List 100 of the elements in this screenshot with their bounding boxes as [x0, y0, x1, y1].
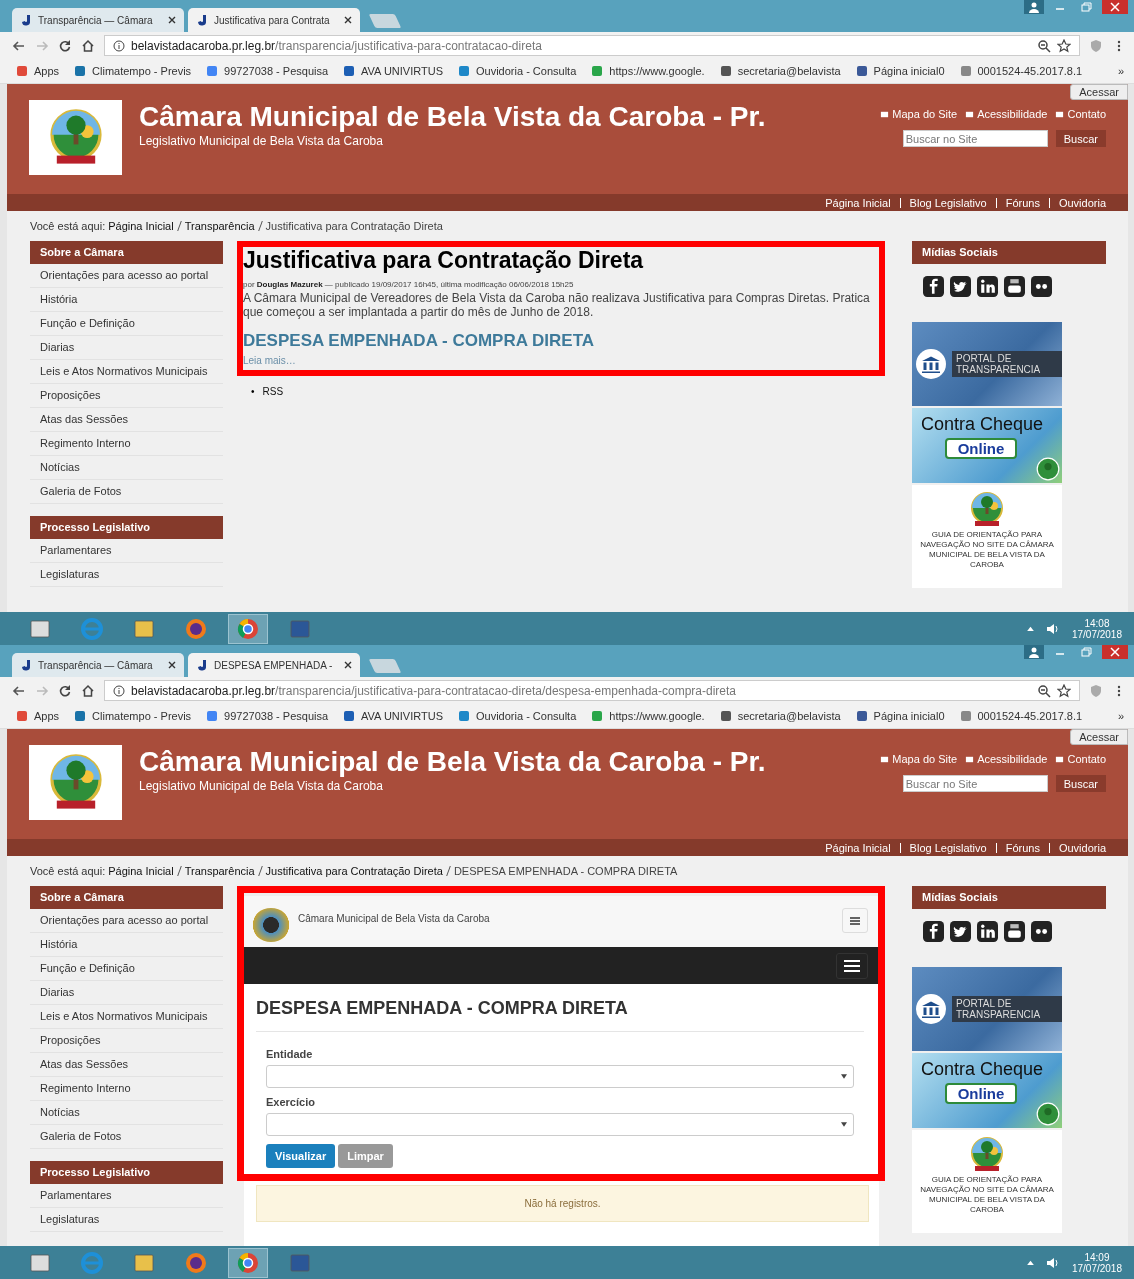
user-icon[interactable]	[1024, 645, 1044, 659]
taskbar-app[interactable]	[228, 1247, 268, 1278]
bookmark[interactable]: Apps	[16, 65, 60, 77]
nav-link[interactable]: Fóruns	[1005, 841, 1040, 854]
sidebar-link[interactable]: Regimento Interno	[30, 432, 223, 456]
sidebar-link[interactable]: Legislaturas	[30, 563, 223, 587]
paycheck-banner[interactable]: Contra Cheque Online	[912, 1053, 1062, 1128]
rss-link[interactable]: RSS	[262, 386, 284, 398]
sidebar-link[interactable]: Leis e Atos Normativos Municipais	[30, 360, 223, 384]
flickr-icon[interactable]	[1031, 921, 1052, 942]
portal-banner[interactable]: PORTAL DE TRANSPARENCIA	[912, 322, 1062, 406]
volume-icon[interactable]	[1045, 622, 1060, 635]
facebook-icon[interactable]	[923, 276, 944, 297]
sidebar-link[interactable]: Galeria de Fotos	[30, 480, 223, 504]
close-icon[interactable]	[344, 661, 352, 669]
sidebar-link[interactable]: Legislaturas	[30, 1208, 223, 1232]
select-field[interactable]	[266, 1113, 854, 1136]
close-icon[interactable]	[168, 16, 176, 24]
sidebar-link[interactable]: Orientações para acesso ao portal	[30, 909, 223, 933]
browser-tab[interactable]: DESPESA EMPENHADA -	[188, 653, 360, 677]
home-icon[interactable]	[81, 683, 95, 698]
star-icon[interactable]	[1057, 38, 1071, 53]
bookmark[interactable]: https://www.google.	[591, 65, 705, 77]
bookmark[interactable]: Página inicial0	[855, 65, 945, 77]
login-button[interactable]: Acessar	[1070, 84, 1128, 100]
back-icon[interactable]	[12, 38, 26, 53]
header-link[interactable]: Mapa do Site	[880, 753, 958, 765]
nav-link[interactable]: Fóruns	[1005, 196, 1040, 209]
sidebar-link[interactable]: Parlamentares	[30, 539, 223, 563]
sidebar-link[interactable]: Leis e Atos Normativos Municipais	[30, 1005, 223, 1029]
bookmark[interactable]: 99727038 - Pesquisa	[206, 65, 329, 77]
close-icon[interactable]	[344, 16, 352, 24]
header-link[interactable]: Contato	[1055, 753, 1106, 765]
sidebar-link[interactable]: Atas das Sessões	[30, 1053, 223, 1077]
bookmark[interactable]: Ouvidoria - Consulta	[458, 65, 577, 77]
close-icon[interactable]	[1102, 645, 1128, 659]
guide-banner[interactable]: GUIA DE ORIENTAÇÃO PARA NAVEGAÇÃO NO SITE DA CÂMARA MUNICIPAL DE BELA VISTA DA CAROBA	[912, 1130, 1062, 1233]
taskbar-app[interactable]	[228, 613, 268, 644]
bookmark[interactable]: Climatempo - Previs	[74, 65, 192, 77]
sidebar-link[interactable]: Orientações para acesso ao portal	[30, 264, 223, 288]
bookmark[interactable]: 99727038 - Pesquisa	[206, 710, 329, 722]
twitter-icon[interactable]	[950, 276, 971, 297]
breadcrumb-link[interactable]: Página Inicial	[108, 865, 174, 877]
twitter-icon[interactable]	[950, 921, 971, 942]
close-icon[interactable]	[168, 661, 176, 669]
close-icon[interactable]	[1102, 0, 1128, 14]
more-bookmarks-button[interactable]: »	[1117, 65, 1124, 77]
sidebar-link[interactable]: História	[30, 288, 223, 312]
select-field[interactable]	[266, 1065, 854, 1088]
bookmark[interactable]: secretaria@belavista	[719, 65, 841, 77]
login-button[interactable]: Acessar	[1070, 729, 1128, 745]
sidebar-link[interactable]: Proposições	[30, 1029, 223, 1053]
menu-button[interactable]	[836, 952, 868, 979]
sidebar-link[interactable]: Diarias	[30, 981, 223, 1005]
nav-link[interactable]: Blog Legislativo	[909, 196, 987, 209]
item-link[interactable]: DESPESA EMPENHADA - COMPRA DIRETA	[243, 331, 879, 351]
tray-arrow-icon[interactable]	[1026, 1260, 1034, 1265]
volume-icon[interactable]	[1045, 1256, 1060, 1269]
sidebar-link[interactable]: Diarias	[30, 336, 223, 360]
nav-link[interactable]: Blog Legislativo	[909, 841, 987, 854]
zoom-icon[interactable]	[1037, 38, 1051, 53]
sidebar-link[interactable]: Proposições	[30, 384, 223, 408]
paycheck-banner[interactable]: Contra Cheque Online	[912, 408, 1062, 483]
sidebar-link[interactable]: Regimento Interno	[30, 1077, 223, 1101]
flickr-icon[interactable]	[1031, 276, 1052, 297]
linkedin-icon[interactable]	[977, 921, 998, 942]
bookmark[interactable]: 0001524-45.2017.8.1	[959, 65, 1083, 77]
browser-tab[interactable]: Transparência — Câmara	[12, 653, 184, 677]
sidebar-link[interactable]: Notícias	[30, 1101, 223, 1125]
user-icon[interactable]	[1024, 0, 1044, 14]
bookmark[interactable]: Página inicial0	[855, 710, 945, 722]
bookmark[interactable]: Apps	[16, 710, 60, 722]
address-bar[interactable]: belavistadacaroba.pr.leg.br/transparencia/justificativa-para-contratacao-direta	[104, 35, 1080, 56]
address-bar[interactable]: belavistadacaroba.pr.leg.br/transparencia/justificativa-para-contratacao-direta/despesa-empenhada-compra-direta	[104, 680, 1080, 701]
search-button[interactable]: Buscar	[1055, 775, 1106, 792]
tray-arrow-icon[interactable]	[1026, 626, 1034, 631]
breadcrumb-link[interactable]: Página Inicial	[108, 220, 174, 232]
sidebar-link[interactable]: Notícias	[30, 456, 223, 480]
bookmark[interactable]: secretaria@belavista	[719, 710, 841, 722]
breadcrumb-link[interactable]: Justificativa para Contratação Direta	[265, 865, 443, 877]
sidebar-link[interactable]: História	[30, 933, 223, 957]
reload-icon[interactable]	[58, 683, 72, 698]
linkedin-icon[interactable]	[977, 276, 998, 297]
sidebar-link[interactable]: Função e Definição	[30, 312, 223, 336]
reload-icon[interactable]	[58, 38, 72, 53]
search-button[interactable]: Buscar	[1055, 130, 1106, 147]
home-icon[interactable]	[81, 38, 95, 53]
more-bookmarks-button[interactable]: »	[1117, 710, 1124, 722]
bookmark[interactable]: 0001524-45.2017.8.1	[959, 710, 1083, 722]
nav-link[interactable]: Página Inicial	[825, 196, 891, 209]
sidebar-link[interactable]: Função e Definição	[30, 957, 223, 981]
sidebar-link[interactable]: Parlamentares	[30, 1184, 223, 1208]
facebook-icon[interactable]	[923, 921, 944, 942]
header-link[interactable]: Mapa do Site	[880, 108, 958, 120]
header-link[interactable]: Acessibilidade	[965, 753, 1048, 765]
bookmark[interactable]: Climatempo - Previs	[74, 710, 192, 722]
search-field[interactable]: Buscar no Site	[902, 775, 1048, 792]
bookmark[interactable]: AVA UNIVIRTUS	[343, 710, 443, 722]
back-icon[interactable]	[12, 683, 26, 698]
sidebar-link[interactable]: Atas das Sessões	[30, 408, 223, 432]
